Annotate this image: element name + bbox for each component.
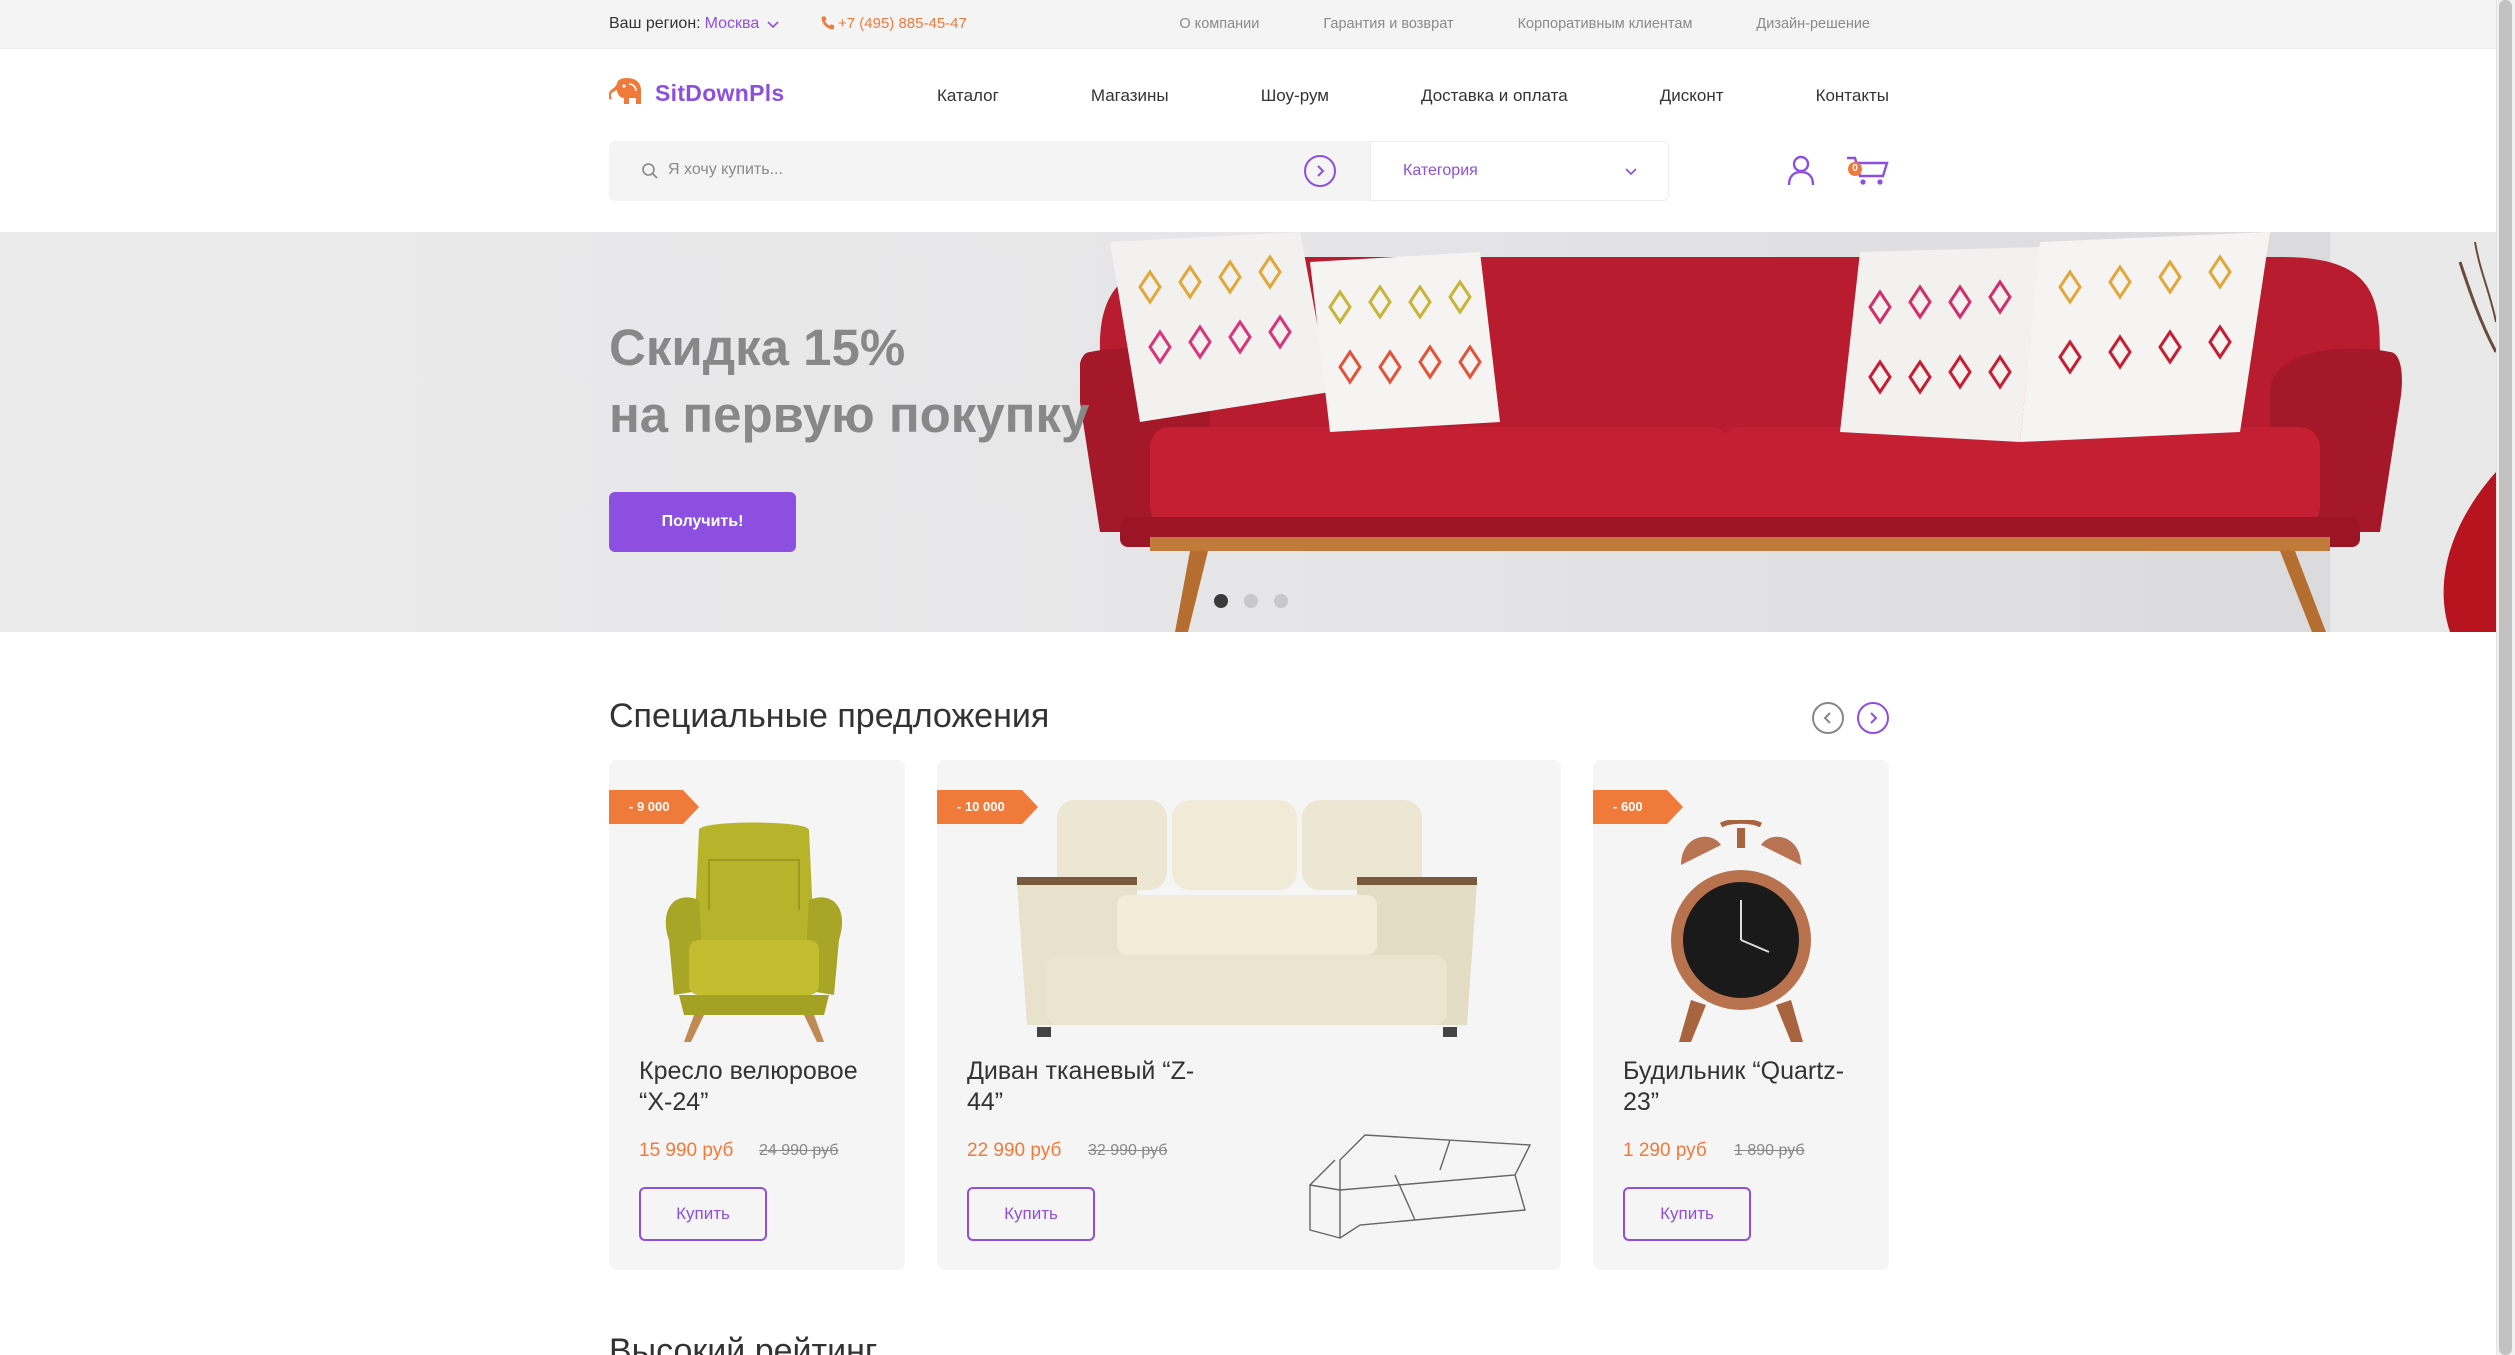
product-price: 15 990 руб (639, 1140, 734, 1161)
slider-dot[interactable] (1214, 594, 1228, 608)
logo[interactable]: SitDownPls (609, 78, 785, 108)
specials-next-button[interactable] (1857, 702, 1889, 734)
discount-badge: - 9 000 (609, 790, 699, 824)
chevron-left-icon (1823, 712, 1831, 724)
nav-delivery[interactable]: Доставка и оплата (1421, 86, 1568, 106)
top-bar: Ваш регион: Москва +7 (495) 885-45-47 О к… (0, 0, 2496, 49)
get-discount-button[interactable]: Получить! (609, 492, 796, 552)
toplink-design[interactable]: Дизайн-решение (1756, 16, 1870, 32)
scrollbar-thumb[interactable] (2499, 0, 2512, 1355)
hero-banner: Скидка 15% на первую покупку Получить! (0, 232, 2496, 632)
product-name: Будильник “Quartz- 23” (1623, 1056, 1844, 1118)
phone-link[interactable]: +7 (495) 885-45-47 (820, 15, 967, 32)
product-name-line: Диван тканевый “Z- (967, 1057, 1195, 1085)
cart-count-badge: 0 (1848, 162, 1862, 176)
slider-dots (1214, 594, 1288, 608)
region-city[interactable]: Москва (705, 15, 760, 32)
buy-button[interactable]: Купить (639, 1187, 767, 1241)
nav-discount[interactable]: Дисконт (1660, 86, 1724, 106)
product-card[interactable]: - 600 Будильник “Quartz- 23” 1 290 руб 1… (1593, 760, 1889, 1270)
buy-button[interactable]: Купить (1623, 1187, 1751, 1241)
phone-number[interactable]: +7 (495) 885-45-47 (838, 15, 967, 32)
nav-catalog[interactable]: Каталог (937, 86, 999, 106)
product-name: Диван тканевый “Z- 44” (967, 1056, 1194, 1118)
armchair-image (665, 822, 843, 1042)
chevron-down-icon[interactable] (766, 19, 780, 29)
product-name-line: Кресло велюровое (639, 1057, 858, 1085)
product-old-price: 32 990 руб (1088, 1142, 1168, 1159)
logo-text: SitDownPls (655, 79, 785, 106)
slider-dot[interactable] (1274, 594, 1288, 608)
region-selector[interactable]: Ваш регион: Москва (609, 15, 780, 33)
chevron-right-icon (1317, 165, 1325, 177)
toplink-corporate[interactable]: Корпоративным клиентам (1518, 16, 1693, 32)
category-select[interactable]: Категория (1370, 141, 1669, 201)
elephant-logo-icon (609, 78, 641, 104)
search-icon (642, 163, 658, 179)
product-name-line: 23” (1623, 1088, 1660, 1116)
nav-contacts[interactable]: Контакты (1816, 86, 1889, 106)
product-card[interactable]: - 10 000 Диван тканевый “Z- 44” 22 990 р… (937, 760, 1561, 1270)
product-old-price: 1 890 руб (1734, 1142, 1805, 1159)
category-label: Категория (1403, 162, 1478, 179)
search-submit-button[interactable] (1304, 155, 1336, 187)
nav-showroom[interactable]: Шоу-рум (1261, 86, 1329, 106)
red-sofa-image (1080, 232, 2496, 632)
product-old-price: 24 990 руб (759, 1142, 839, 1159)
hero-title-line2: на первую покупку (609, 386, 1090, 443)
chevron-right-icon (1870, 712, 1878, 724)
phone-icon (821, 16, 834, 30)
specials-prev-button[interactable] (1812, 702, 1844, 734)
discount-badge: - 600 (1593, 790, 1683, 824)
hero-title: Скидка 15% на первую покупку (609, 314, 1089, 448)
product-price: 1 290 руб (1623, 1140, 1707, 1161)
user-icon[interactable] (1787, 154, 1815, 186)
alarm-clock-image (1671, 820, 1811, 1042)
main-nav: Каталог Магазины Шоу-рум Доставка и опла… (937, 86, 1889, 106)
sofa-bed-sketch-icon (1309, 1134, 1532, 1239)
slider-dot[interactable] (1244, 594, 1258, 608)
search-input[interactable]: Я хочу купить... (609, 141, 1370, 201)
hero-title-line1: Скидка 15% (609, 319, 906, 376)
product-card[interactable]: - 9 000 Кресло велюровое “X-24” 15 990 р… (609, 760, 905, 1270)
high-rating-title: Высокий рейтинг (609, 1332, 878, 1355)
toplink-about[interactable]: О компании (1179, 16, 1259, 32)
search-placeholder: Я хочу купить... (668, 161, 783, 178)
product-name-line: “X-24” (639, 1088, 709, 1116)
toplink-warranty[interactable]: Гарантия и возврат (1323, 16, 1453, 32)
product-name-line: Будильник “Quartz- (1623, 1057, 1845, 1085)
nav-stores[interactable]: Магазины (1091, 86, 1169, 106)
beige-sofa-image (1017, 800, 1477, 1037)
buy-button[interactable]: Купить (967, 1187, 1095, 1241)
product-name: Кресло велюровое “X-24” (639, 1056, 858, 1118)
top-links: О компании Гарантия и возврат Корпоратив… (1179, 16, 1870, 32)
chevron-down-icon (1625, 168, 1637, 176)
product-name-line: 44” (967, 1088, 1004, 1116)
discount-badge: - 10 000 (937, 790, 1038, 824)
specials-title: Специальные предложения (609, 697, 1050, 735)
region-label: Ваш регион: (609, 15, 701, 32)
product-price: 22 990 руб (967, 1140, 1062, 1161)
